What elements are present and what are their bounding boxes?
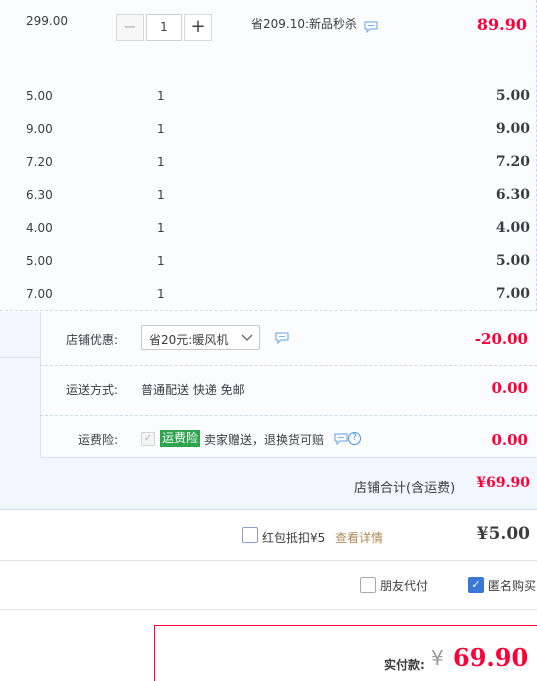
insurance-label: 运费险: — [78, 433, 119, 447]
anonymous-checkbox[interactable]: ✓ — [468, 577, 484, 593]
gift-price: 9.00 — [26, 122, 53, 136]
red-packet-row: 红包抵扣¥5 查看详情 ¥5.00 — [0, 511, 537, 561]
gift-qty: 1 — [157, 155, 165, 169]
gift-qty: 1 — [157, 188, 165, 202]
gift-price: 5.00 — [26, 254, 53, 268]
chat-icon[interactable] — [334, 433, 348, 445]
insurance-amount: 0.00 — [491, 431, 528, 449]
shop-summary: 店铺优惠: 省20元:暖风机 -20.00 运送方式: 普通配送 快递 免邮 0… — [0, 312, 537, 510]
divider — [0, 357, 40, 358]
gift-item-row: 9.00 1 9.00 — [0, 118, 537, 140]
gift-subtotal: 5.00 — [495, 88, 530, 104]
chat-icon[interactable] — [364, 21, 378, 33]
shop-discount-amount: -20.00 — [474, 330, 528, 348]
gift-item-row: 5.00 1 5.00 — [0, 250, 537, 272]
gift-price: 7.20 — [26, 155, 53, 169]
red-packet-checkbox[interactable] — [242, 527, 258, 543]
gift-item-row: 4.00 1 4.00 — [0, 217, 537, 239]
gift-subtotal: 7.00 — [495, 286, 530, 302]
insurance-text: 卖家赠送，退换货可赔 — [204, 433, 325, 447]
payment-label: 实付款: — [384, 658, 425, 672]
shop-discount-value: 省20元:暖风机 — [149, 333, 229, 347]
red-packet-amount: ¥5.00 — [476, 524, 530, 544]
shop-discount-label: 店铺优惠: — [66, 333, 119, 347]
shop-discount-select[interactable]: 省20元:暖风机 — [141, 325, 260, 350]
gift-subtotal: 5.00 — [495, 253, 530, 269]
gift-qty: 1 — [157, 254, 165, 268]
gift-qty: 1 — [157, 287, 165, 301]
friend-pay-label: 朋友代付 — [380, 579, 429, 593]
increase-quantity-button[interactable]: + — [184, 14, 212, 41]
gift-qty: 1 — [157, 89, 165, 103]
currency-symbol: ¥ — [431, 646, 444, 670]
item-subtotal: 89.90 — [476, 15, 527, 34]
shipping-value: 普通配送 快递 免邮 — [141, 383, 245, 397]
red-packet-label: 红包抵扣¥5 — [262, 531, 326, 545]
chat-icon[interactable] — [275, 332, 289, 344]
payment-total: 69.90 — [453, 643, 529, 672]
gift-item-row: 6.30 1 6.30 — [0, 184, 537, 206]
gift-subtotal: 6.30 — [495, 187, 530, 203]
shipping-amount: 0.00 — [491, 379, 528, 397]
gift-subtotal: 7.20 — [495, 154, 530, 170]
gift-price: 7.00 — [26, 287, 53, 301]
gift-subtotal: 9.00 — [495, 121, 530, 137]
friend-pay-checkbox[interactable] — [360, 577, 376, 593]
item-price: 299.00 — [26, 14, 68, 28]
quantity-input[interactable]: 1 — [146, 14, 182, 41]
divider — [40, 415, 537, 416]
gift-price: 6.30 — [26, 188, 53, 202]
insurance-badge: 运费险 — [160, 430, 201, 447]
item-promo: 省209.10:新品秒杀 — [251, 17, 358, 31]
gift-item-row: 5.00 1 5.00 — [0, 85, 537, 107]
decrease-quantity-button[interactable]: − — [116, 14, 144, 41]
shop-total-value: ¥69.90 — [476, 475, 530, 491]
order-items: 299.00 − 1 + 省209.10:新品秒杀 89.90 5.00 1 5… — [0, 0, 537, 311]
insurance-checkbox[interactable]: ✓ — [141, 432, 155, 446]
gift-item-row: 7.20 1 7.20 — [0, 151, 537, 173]
gift-item-row: 7.00 1 7.00 — [0, 283, 537, 305]
gift-price: 5.00 — [26, 89, 53, 103]
shop-total-label: 店铺合计(含运费) — [354, 481, 456, 496]
gift-qty: 1 — [157, 221, 165, 235]
chevron-down-icon — [241, 334, 253, 341]
gift-qty: 1 — [157, 122, 165, 136]
payment-summary: 实付款: ¥ 69.90 — [154, 625, 537, 681]
anonymous-label: 匿名购买 — [488, 579, 537, 593]
red-packet-details-link[interactable]: 查看详情 — [335, 529, 383, 546]
gift-price: 4.00 — [26, 221, 53, 235]
divider — [40, 365, 537, 366]
order-options-row: 朋友代付 ✓ 匿名购买 — [0, 562, 537, 610]
shipping-label: 运送方式: — [66, 383, 119, 397]
gift-subtotal: 4.00 — [495, 220, 530, 236]
help-icon[interactable]: ? — [348, 432, 361, 445]
